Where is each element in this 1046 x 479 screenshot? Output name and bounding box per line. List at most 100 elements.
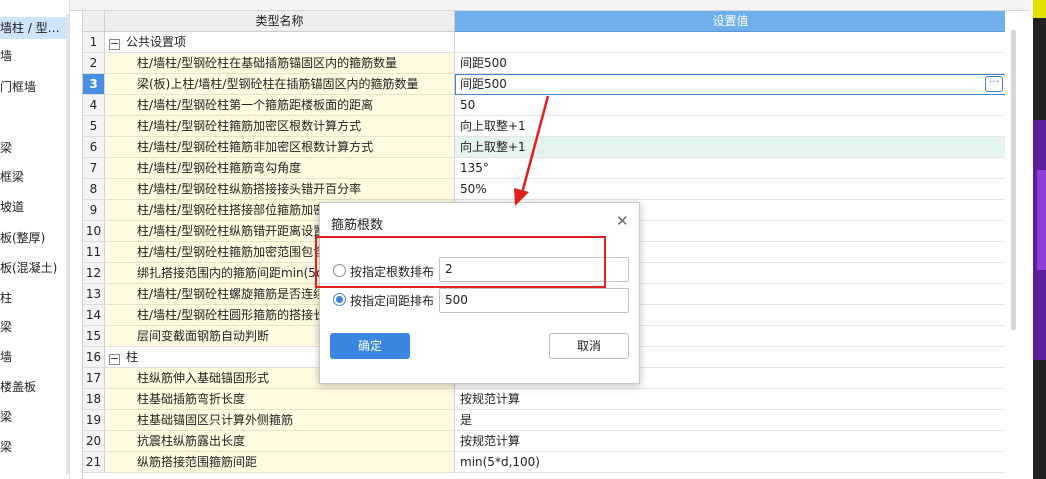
setting-value-text: 50	[460, 98, 476, 112]
setting-value-cell[interactable]: 50%	[455, 179, 1005, 200]
sidebar: 墙柱 / 型… 墙 门框墙 梁 框梁 坡道 板(整厚) 板(混凝土) 柱 梁 墙…	[0, 0, 70, 479]
row-number: 2	[83, 53, 105, 74]
more-options-icon[interactable]: ···	[985, 76, 1003, 92]
sidebar-item-beam[interactable]: 梁	[0, 137, 69, 159]
setting-value-text: min(5*d,100)	[460, 455, 540, 469]
row-number: 17	[83, 368, 105, 389]
option-by-spacing-label: 按指定间距排布	[350, 294, 435, 308]
type-name-text: 纵筋搭接范围箍筋间距	[137, 455, 258, 469]
row-number: 18	[83, 389, 105, 410]
header-setting-value[interactable]: 设置值	[455, 11, 1005, 32]
table-row[interactable]: 4 柱/墙柱/型钢砼柱第一个箍筋距楼板面的距离 50	[83, 95, 1005, 116]
table-row[interactable]: 7 柱/墙柱/型钢砼柱箍筋弯勾角度 135°	[83, 158, 1005, 179]
sidebar-item-beam-2[interactable]: 梁	[0, 316, 69, 338]
table-row[interactable]: 6 柱/墙柱/型钢砼柱箍筋非加密区根数计算方式 向上取整+1	[83, 137, 1005, 158]
table-scrollbar[interactable]	[1011, 30, 1016, 330]
type-name-text: 柱	[126, 350, 139, 364]
type-name-text: 柱/墙柱/型钢砼柱箍筋弯勾角度	[137, 161, 302, 175]
sidebar-item-slab-concrete[interactable]: 板(混凝土)	[0, 257, 69, 279]
sidebar-item-wall-column[interactable]: 墙柱 / 型…	[0, 17, 69, 39]
stirrup-count-dialog: 箍筋根数 ✕ 按指定根数排布 2 按指定间距排布 500 确定 取消	[319, 202, 640, 384]
spacing-input[interactable]: 500	[439, 288, 629, 313]
sidebar-item-floor-cover-slab[interactable]: 楼盖板	[0, 376, 69, 398]
table-row[interactable]: 2 柱/墙柱/型钢砼柱在基础插筋锚固区内的箍筋数量 间距500	[83, 53, 1005, 74]
cancel-button[interactable]: 取消	[549, 333, 629, 359]
annotation-highlight-box	[315, 236, 606, 288]
table-row[interactable]: 20 抗震柱纵筋露出长度 按规范计算	[83, 431, 1005, 452]
type-name-text: 柱基础锚固区只计算外侧箍筋	[137, 413, 294, 427]
setting-value-cell[interactable]: 向上取整+1	[455, 116, 1005, 137]
sidebar-item-column[interactable]: 柱	[0, 287, 69, 309]
setting-value-cell[interactable]: 间距500	[455, 53, 1005, 74]
setting-value-cell[interactable]: min(5*d,100)	[455, 452, 1005, 473]
setting-value-cell[interactable]: 是	[455, 410, 1005, 431]
collapse-icon[interactable]: −	[109, 38, 120, 50]
table-row[interactable]: 5 柱/墙柱/型钢砼柱箍筋加密区根数计算方式 向上取整+1	[83, 116, 1005, 137]
setting-value-cell[interactable]: 按规范计算	[455, 431, 1005, 452]
group-name-cell: − 公共设置项	[105, 32, 455, 53]
table-row[interactable]: 3 梁(板)上柱/墙柱/型钢砼柱在插筋锚固区内的箍筋数量 间距500 ···	[83, 74, 1005, 95]
type-name-text: 柱/墙柱/型钢砼柱第一个箍筋距楼板面的距离	[137, 98, 374, 112]
type-name-text: 柱纵筋伸入基础锚固形式	[137, 371, 270, 385]
sidebar-item-ramp[interactable]: 坡道	[0, 196, 69, 218]
row-number: 6	[83, 137, 105, 158]
setting-value-cell[interactable]: 间距500 ···	[455, 74, 1005, 95]
setting-value-text: 按规范计算	[460, 392, 521, 406]
type-name-text: 梁(板)上柱/墙柱/型钢砼柱在插筋锚固区内的箍筋数量	[137, 77, 419, 91]
collapse-icon[interactable]: −	[109, 353, 120, 365]
type-name-cell: 柱基础锚固区只计算外侧箍筋	[105, 410, 455, 431]
sidebar-item-wall[interactable]: 墙	[0, 45, 69, 67]
type-name-text: 层间变截面钢筋自动判断	[137, 329, 270, 343]
setting-value-cell[interactable]: 按规范计算	[455, 389, 1005, 410]
row-number: 3	[83, 74, 105, 95]
table-row[interactable]: 21 纵筋搭接范围箍筋间距 min(5*d,100)	[83, 452, 1005, 473]
table-row[interactable]: 19 柱基础锚固区只计算外侧箍筋 是	[83, 410, 1005, 431]
type-name-text: 柱/墙柱/型钢砼柱圆形箍筋的搭接长	[137, 308, 326, 322]
sidebar-item-slab-thick[interactable]: 板(整厚)	[0, 227, 69, 249]
table-header: 类型名称 设置值	[83, 11, 1005, 32]
header-type-name[interactable]: 类型名称	[105, 11, 455, 32]
type-name-cell: 柱/墙柱/型钢砼柱在基础插筋锚固区内的箍筋数量	[105, 53, 455, 74]
setting-value-text: 间距500	[460, 56, 507, 70]
setting-value-text: 向上取整+1	[460, 119, 526, 133]
radio-by-spacing[interactable]	[333, 293, 346, 306]
setting-value-cell[interactable]: 135°	[455, 158, 1005, 179]
row-number: 11	[83, 242, 105, 263]
row-number: 19	[83, 410, 105, 431]
setting-value-cell[interactable]	[455, 32, 1005, 53]
type-name-text: 抗震柱纵筋露出长度	[137, 434, 246, 448]
header-row-number	[83, 11, 105, 32]
sidebar-scrollbar[interactable]	[66, 14, 69, 474]
row-number: 14	[83, 305, 105, 326]
row-number: 5	[83, 116, 105, 137]
type-name-text: 柱/墙柱/型钢砼柱纵筋搭接接头错开百分率	[137, 182, 362, 196]
sidebar-item-door-frame-wall[interactable]: 门框墙	[0, 76, 69, 98]
row-number: 10	[83, 221, 105, 242]
type-name-cell: 柱/墙柱/型钢砼柱第一个箍筋距楼板面的距离	[105, 95, 455, 116]
sidebar-item-beam-3[interactable]: 梁	[0, 406, 69, 428]
table-row[interactable]: 18 柱基础插筋弯折长度 按规范计算	[83, 389, 1005, 410]
type-name-text: 柱/墙柱/型钢砼柱螺旋箍筋是否连续	[137, 287, 326, 301]
dialog-title: 箍筋根数	[331, 218, 384, 233]
type-name-text: 柱/墙柱/型钢砼柱箍筋加密区根数计算方式	[137, 119, 362, 133]
sidebar-item-frame-beam[interactable]: 框梁	[0, 166, 69, 188]
row-number: 7	[83, 158, 105, 179]
type-name-text: 柱基础插筋弯折长度	[137, 392, 246, 406]
table-row[interactable]: 8 柱/墙柱/型钢砼柱纵筋搭接接头错开百分率 50%	[83, 179, 1005, 200]
close-icon[interactable]: ✕	[616, 212, 629, 230]
row-number: 4	[83, 95, 105, 116]
sidebar-item-wall-2[interactable]: 墙	[0, 346, 69, 368]
table-row[interactable]: 1− 公共设置项	[83, 32, 1005, 53]
setting-value-text: 间距500	[460, 77, 507, 91]
setting-value-cell[interactable]: 50	[455, 95, 1005, 116]
row-number: 15	[83, 326, 105, 347]
row-number: 21	[83, 452, 105, 473]
type-name-cell: 柱/墙柱/型钢砼柱箍筋非加密区根数计算方式	[105, 137, 455, 158]
type-name-cell: 抗震柱纵筋露出长度	[105, 431, 455, 452]
top-strip	[70, 0, 1030, 11]
type-name-cell: 纵筋搭接范围箍筋间距	[105, 452, 455, 473]
sidebar-item-beam-4[interactable]: 梁	[0, 436, 69, 458]
ok-button[interactable]: 确定	[330, 333, 410, 359]
setting-value-cell[interactable]: 向上取整+1	[455, 137, 1005, 158]
app-window: 墙柱 / 型… 墙 门框墙 梁 框梁 坡道 板(整厚) 板(混凝土) 柱 梁 墙…	[0, 0, 1046, 479]
